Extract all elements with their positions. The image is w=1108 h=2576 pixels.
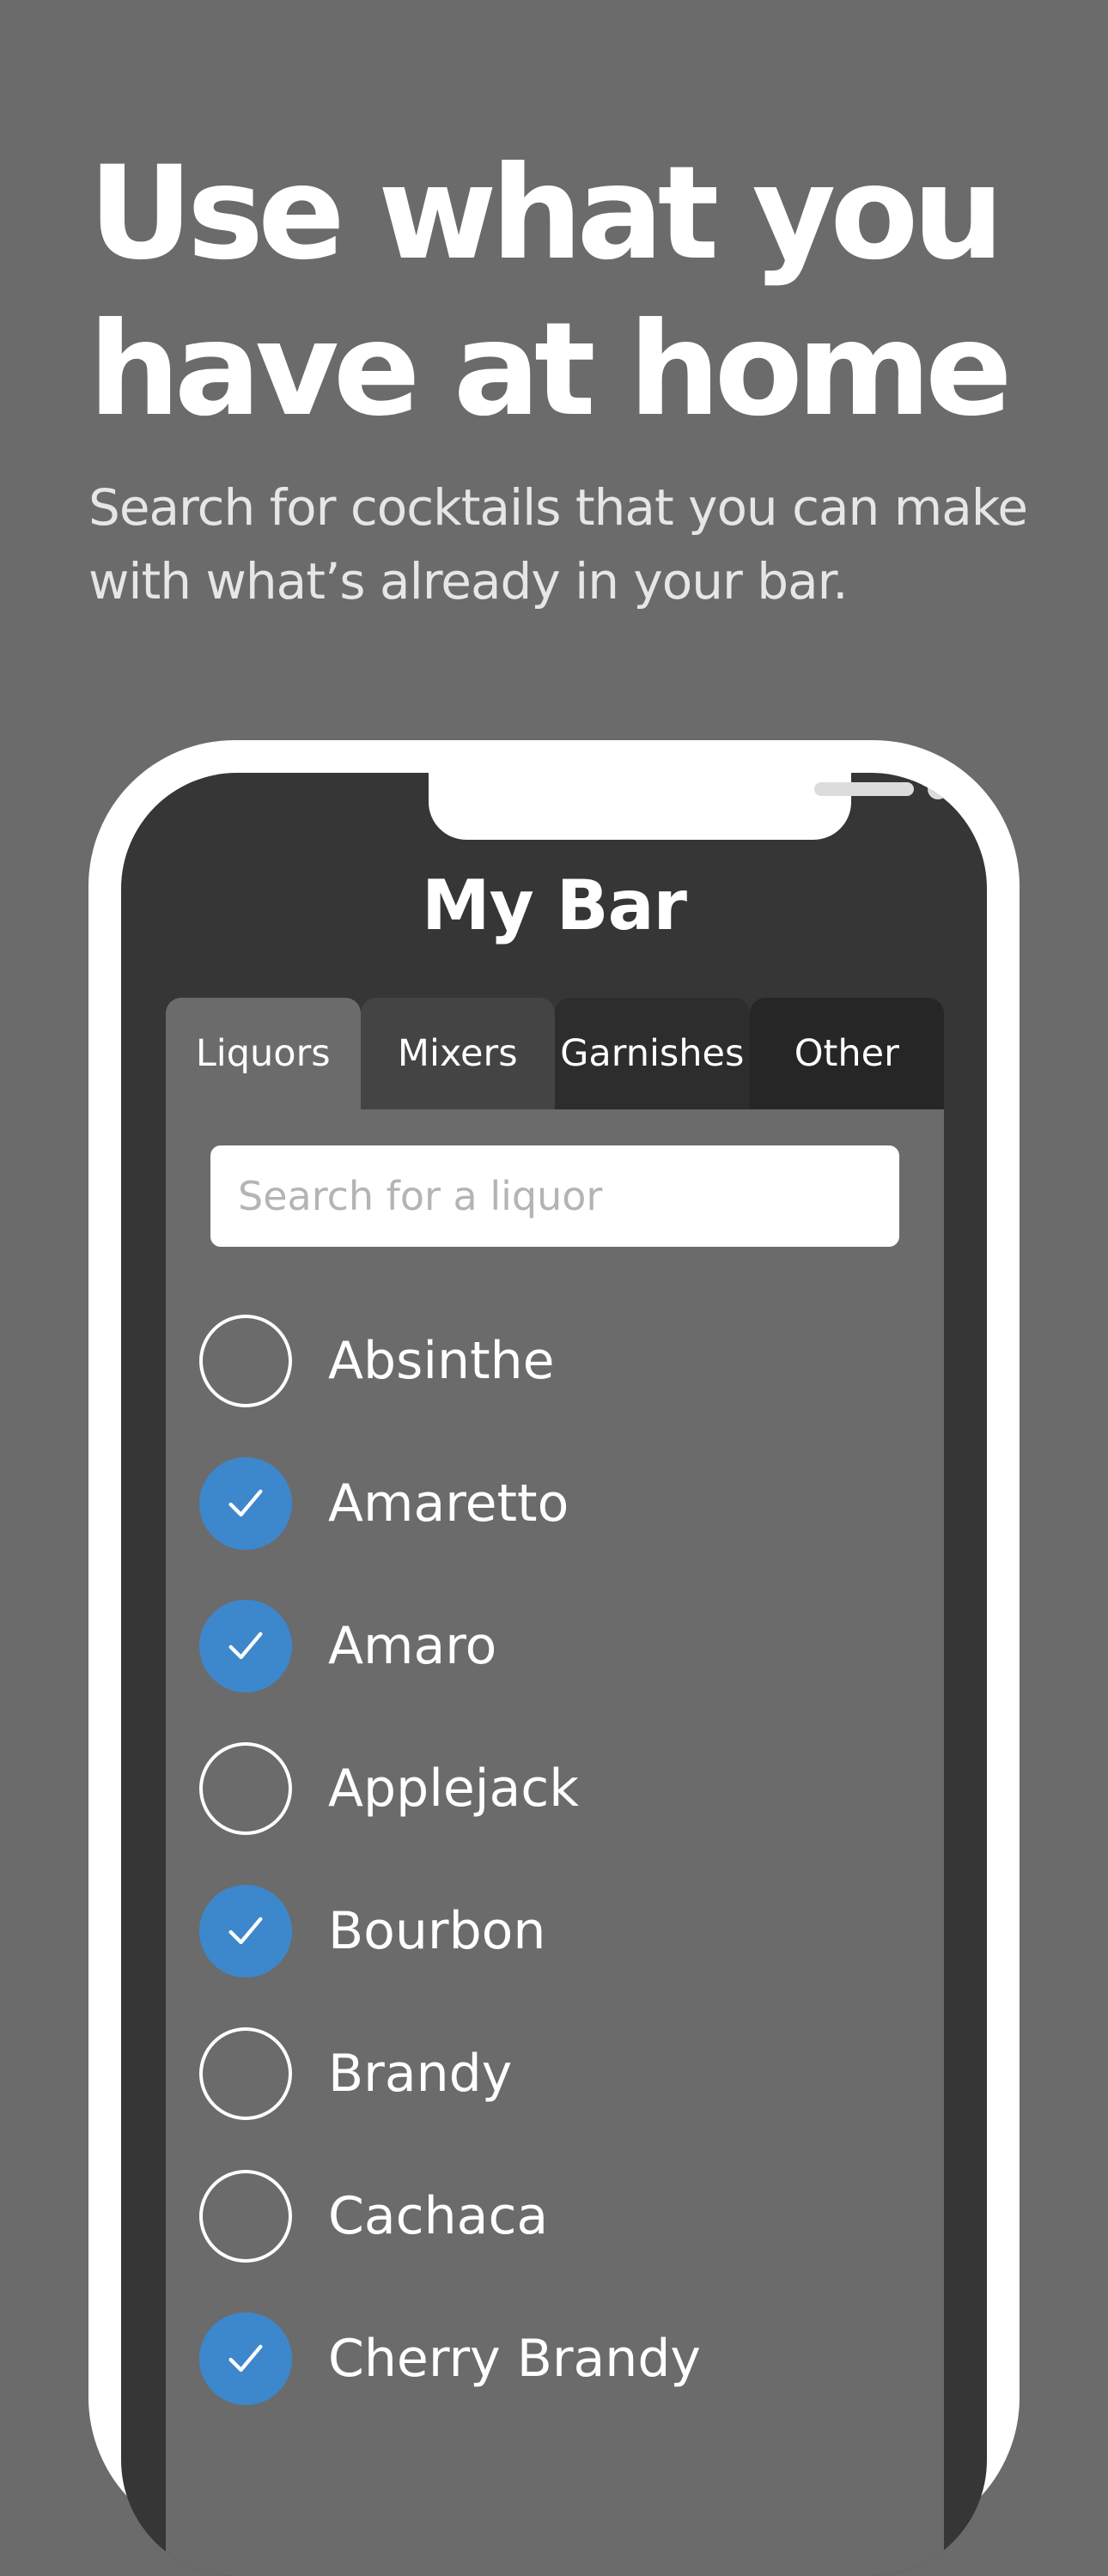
checkbox[interactable] [199, 1885, 292, 1978]
checkmark-icon [228, 1917, 263, 1945]
speaker-grille [814, 782, 914, 796]
ingredient-list: Absinthe Amaretto Amaro Applejack Bourbo… [166, 1290, 944, 2430]
checkmark-icon [228, 1489, 263, 1517]
phone-frame: My Bar Liquors Mixers Garnishes Other Ab… [88, 740, 1020, 2576]
phone-notch [429, 773, 948, 840]
list-item-label: Cachaca [328, 2186, 549, 2246]
liquors-panel: Absinthe Amaretto Amaro [166, 1109, 944, 2576]
list-item-label: Amaretto [328, 1473, 569, 1534]
list-item[interactable]: Amaro [166, 1575, 944, 1717]
category-tabs: Liquors Mixers Garnishes Other [166, 998, 944, 1109]
list-item-label: Absinthe [328, 1331, 555, 1391]
checkbox[interactable] [199, 1457, 292, 1550]
checkmark-icon [228, 1631, 263, 1660]
checkbox[interactable] [199, 2170, 292, 2263]
tab-liquors[interactable]: Liquors [166, 998, 361, 1109]
list-item[interactable]: Amaretto [166, 1432, 944, 1575]
page-title: My Bar [421, 866, 687, 945]
list-item[interactable]: Brandy [166, 2002, 944, 2145]
checkbox[interactable] [199, 2312, 292, 2405]
subheadline: Search for cocktails that you can make w… [88, 478, 1028, 611]
checkbox[interactable] [199, 2027, 292, 2120]
list-item[interactable]: Cachaca [166, 2145, 944, 2287]
tab-mixers[interactable]: Mixers [360, 998, 555, 1109]
front-camera [928, 779, 948, 799]
checkmark-icon [228, 2344, 263, 2372]
list-item-label: Brandy [328, 2044, 513, 2104]
checkbox[interactable] [199, 1315, 292, 1407]
list-item[interactable]: Bourbon [166, 1860, 944, 2002]
phone-screen: My Bar Liquors Mixers Garnishes Other Ab… [121, 773, 987, 2576]
list-item-label: Cherry Brandy [328, 2329, 701, 2389]
list-item-label: Bourbon [328, 1901, 546, 1961]
headline: Use what you have at home [88, 139, 1013, 445]
checkbox[interactable] [199, 1742, 292, 1835]
list-item-label: Amaro [328, 1616, 497, 1676]
list-item-label: Applejack [328, 1759, 579, 1819]
tab-other[interactable]: Other [749, 998, 944, 1109]
search-input[interactable] [210, 1145, 899, 1247]
tab-garnishes[interactable]: Garnishes [555, 998, 750, 1109]
checkbox[interactable] [199, 1600, 292, 1692]
list-item[interactable]: Applejack [166, 1717, 944, 1860]
list-item[interactable]: Cherry Brandy [166, 2287, 944, 2430]
list-item[interactable]: Absinthe [166, 1290, 944, 1432]
